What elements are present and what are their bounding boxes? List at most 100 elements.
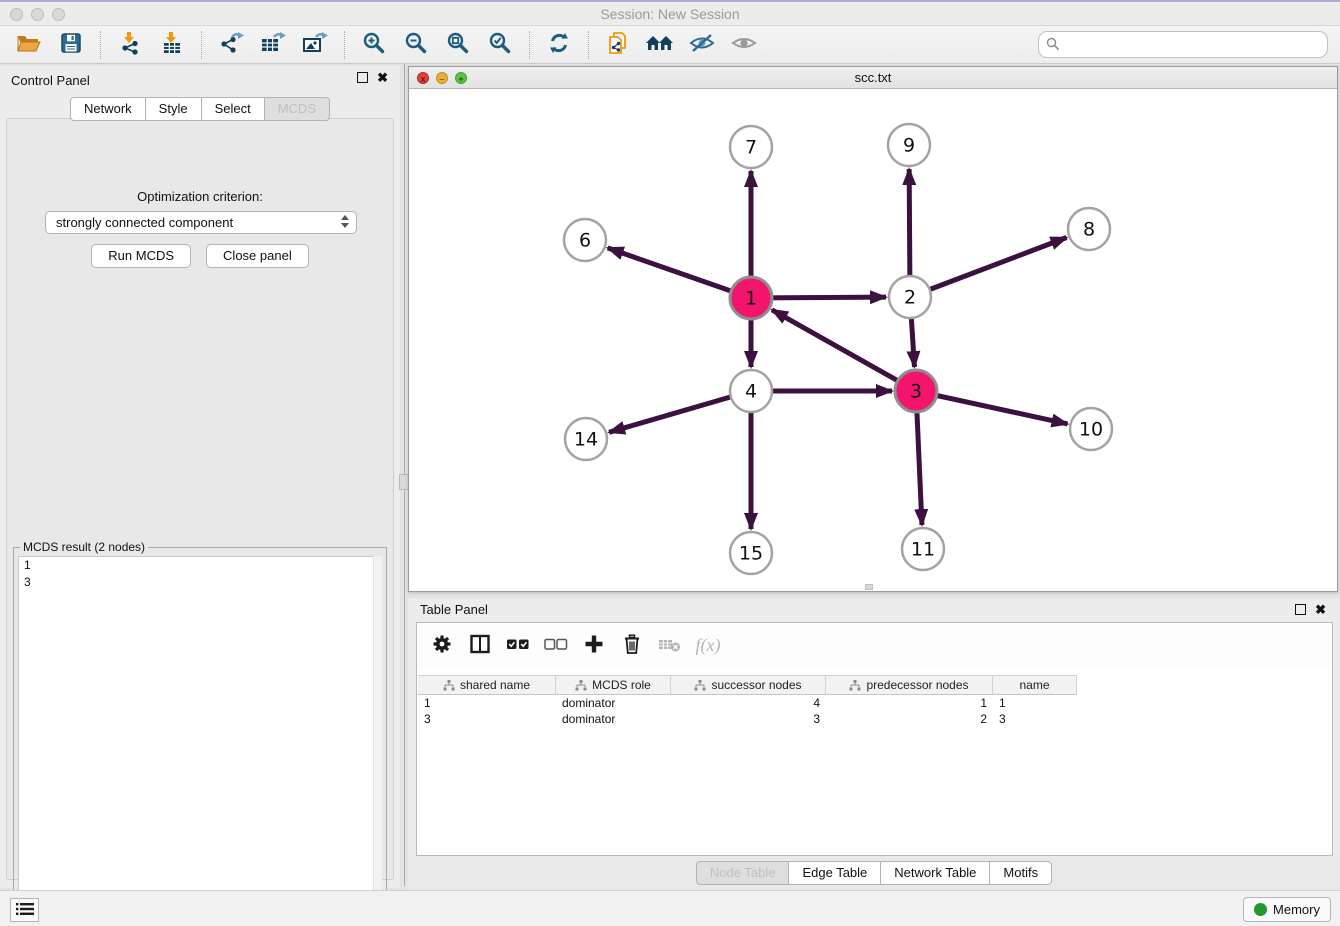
graph-node-1[interactable]: 1 [730,277,772,319]
save-session-button[interactable] [53,29,89,61]
canvas-resize-grip[interactable] [865,584,873,590]
tab-network-table[interactable]: Network Table [880,861,990,885]
mcds-result-list[interactable]: 13 [18,556,382,919]
graph-node-8[interactable]: 8 [1068,208,1110,250]
hide-selected-button[interactable] [684,29,720,61]
table-cell[interactable]: dominator [556,695,671,711]
graph-node-label: 11 [911,539,935,561]
graph-node-4[interactable]: 4 [730,370,772,412]
table-cell[interactable]: 2 [826,711,993,727]
select-all-button[interactable] [501,629,535,661]
graph-node-15[interactable]: 15 [730,532,772,574]
graph-node-2[interactable]: 2 [889,276,931,318]
import-network-button[interactable] [112,29,148,61]
export-network-button[interactable] [213,29,249,61]
graph-node-11[interactable]: 11 [902,528,944,570]
home-button[interactable] [642,29,678,61]
run-mcds-button[interactable]: Run MCDS [91,244,191,268]
column-header-successor-nodes[interactable]: successor nodes [671,675,826,695]
graph-node-3[interactable]: 3 [895,370,937,412]
export-network-icon [218,31,244,58]
trash-icon [621,633,643,658]
graph-node-7[interactable]: 7 [730,126,772,168]
graph-edge-3-1[interactable] [772,310,916,391]
graph-edge-3-10[interactable] [916,391,1068,424]
table-cell[interactable]: 3 [993,711,1077,727]
refresh-icon [547,31,571,58]
graph-edge-1-6[interactable] [608,248,751,298]
eye-slash-icon [689,31,715,58]
control-panel: Control Panel ✖ NetworkStyleSelectMCDS O… [0,66,400,888]
table-row[interactable]: 1dominator411 [418,695,1077,711]
zoom-selected-button[interactable] [482,29,518,61]
delete-column-button[interactable] [615,629,649,661]
function-builder-icon: f(x) [696,635,721,656]
toolbar-separator [588,31,589,59]
column-tree-icon [575,680,587,691]
table-cell[interactable]: 1 [418,695,556,711]
table-row[interactable]: 3dominator323 [418,711,1077,727]
network-canvas[interactable]: 7 9 6 8 1 2 4 3 14 10 15 11 [409,89,1337,591]
zoom-in-button[interactable] [356,29,392,61]
show-all-button[interactable] [726,29,762,61]
column-header-predecessor-nodes[interactable]: predecessor nodes [826,675,993,695]
copy-network-icon [606,31,630,58]
tab-node-table[interactable]: Node Table [696,861,790,885]
network-from-selection-button[interactable] [600,29,636,61]
close-panel-button[interactable]: Close panel [206,244,309,268]
result-scrollbar[interactable] [373,556,382,919]
tab-motifs[interactable]: Motifs [989,861,1052,885]
table-cell[interactable]: 4 [671,695,826,711]
network-window-titlebar[interactable]: x – + scc.txt [409,67,1337,89]
export-table-button[interactable] [255,29,291,61]
show-columns-button[interactable] [463,629,497,661]
column-header-mcds-role[interactable]: MCDS role [556,675,671,695]
table-cell[interactable]: dominator [556,711,671,727]
table-cell[interactable]: 1 [993,695,1077,711]
graph-node-6[interactable]: 6 [564,219,606,261]
zoom-out-button[interactable] [398,29,434,61]
import-table-button[interactable] [154,29,190,61]
export-image-button[interactable] [297,29,333,61]
column-header-name[interactable]: name [993,675,1077,695]
float-table-panel-icon[interactable] [1295,604,1306,615]
add-column-button[interactable] [577,629,611,661]
tab-style[interactable]: Style [145,97,202,121]
graph-node-10[interactable]: 10 [1070,408,1112,450]
table-panel-title: Table Panel [420,602,488,617]
table-toolbar: f(x) [417,623,1332,667]
graph-edge-2-8[interactable] [910,238,1067,297]
table-cell[interactable]: 1 [826,695,993,711]
table-cell[interactable]: 3 [671,711,826,727]
open-session-button[interactable] [11,29,47,61]
fit-content-icon [446,31,470,58]
tab-edge-table[interactable]: Edge Table [788,861,881,885]
mcds-panel: Optimization criterion: strongly connect… [6,118,394,880]
column-header-shared-name[interactable]: shared name [418,675,556,695]
deselect-all-button[interactable] [539,629,573,661]
zoom-selected-icon [488,31,512,58]
criterion-select[interactable]: strongly connected component [45,211,357,234]
graph-node-14[interactable]: 14 [565,418,607,460]
float-panel-icon[interactable] [357,72,368,83]
fit-content-button[interactable] [440,29,476,61]
table-cell[interactable]: 3 [418,711,556,727]
memory-button[interactable]: Memory [1243,897,1331,922]
close-panel-icon[interactable]: ✖ [377,72,388,83]
refresh-button[interactable] [541,29,577,61]
tab-mcds[interactable]: MCDS [264,97,330,121]
function-builder-button[interactable]: f(x) [691,629,725,661]
open-folder-icon [16,31,42,58]
tab-network[interactable]: Network [70,97,146,121]
optimization-criterion-label: Optimization criterion: [7,189,393,204]
close-table-panel-icon[interactable]: ✖ [1315,604,1326,615]
table-settings-button[interactable] [425,629,459,661]
task-history-button[interactable] [10,898,39,922]
node-table-header: shared nameMCDS rolesuccessor nodesprede… [418,675,1077,695]
graph-node-9[interactable]: 9 [888,124,930,166]
tab-select[interactable]: Select [201,97,265,121]
eye-icon [731,31,757,58]
search-input[interactable] [1038,31,1328,58]
table-panel: Table Panel ✖ [408,598,1340,890]
delete-table-button[interactable] [653,629,687,661]
